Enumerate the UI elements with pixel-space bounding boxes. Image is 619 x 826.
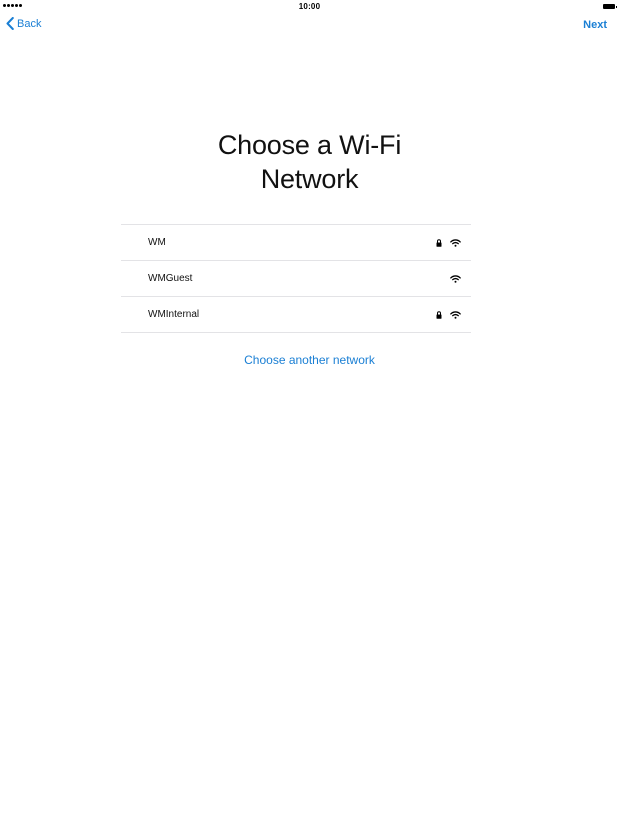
choose-another-network-container: Choose another network xyxy=(0,353,619,367)
battery-icon xyxy=(603,4,617,9)
choose-another-network-link[interactable]: Choose another network xyxy=(244,353,375,367)
lock-icon xyxy=(436,238,442,247)
back-label: Back xyxy=(17,17,42,30)
network-row-wminternal[interactable]: WMInternal xyxy=(121,297,471,333)
status-time: 10:00 xyxy=(298,2,321,11)
network-row-wm[interactable]: WM xyxy=(121,225,471,261)
network-list: WM WMGuest WMInternal xyxy=(121,224,471,333)
status-bar: 10:00 xyxy=(0,0,619,14)
network-name: WMGuest xyxy=(148,273,193,284)
chevron-left-icon xyxy=(6,17,14,30)
network-name: WM xyxy=(148,237,166,248)
wifi-icon xyxy=(450,310,461,319)
page-title-line1: Choose a Wi-Fi xyxy=(217,130,402,160)
wifi-icon xyxy=(450,274,461,283)
wifi-icon xyxy=(450,238,461,247)
page-title-line2: Network xyxy=(260,164,359,194)
back-button[interactable]: Back xyxy=(6,17,41,30)
next-button[interactable]: Next xyxy=(583,19,607,31)
page-title: Choose a Wi-Fi Network xyxy=(0,128,619,196)
network-row-wmguest[interactable]: WMGuest xyxy=(121,261,471,297)
lock-icon xyxy=(436,310,442,319)
network-name: WMInternal xyxy=(148,309,200,320)
